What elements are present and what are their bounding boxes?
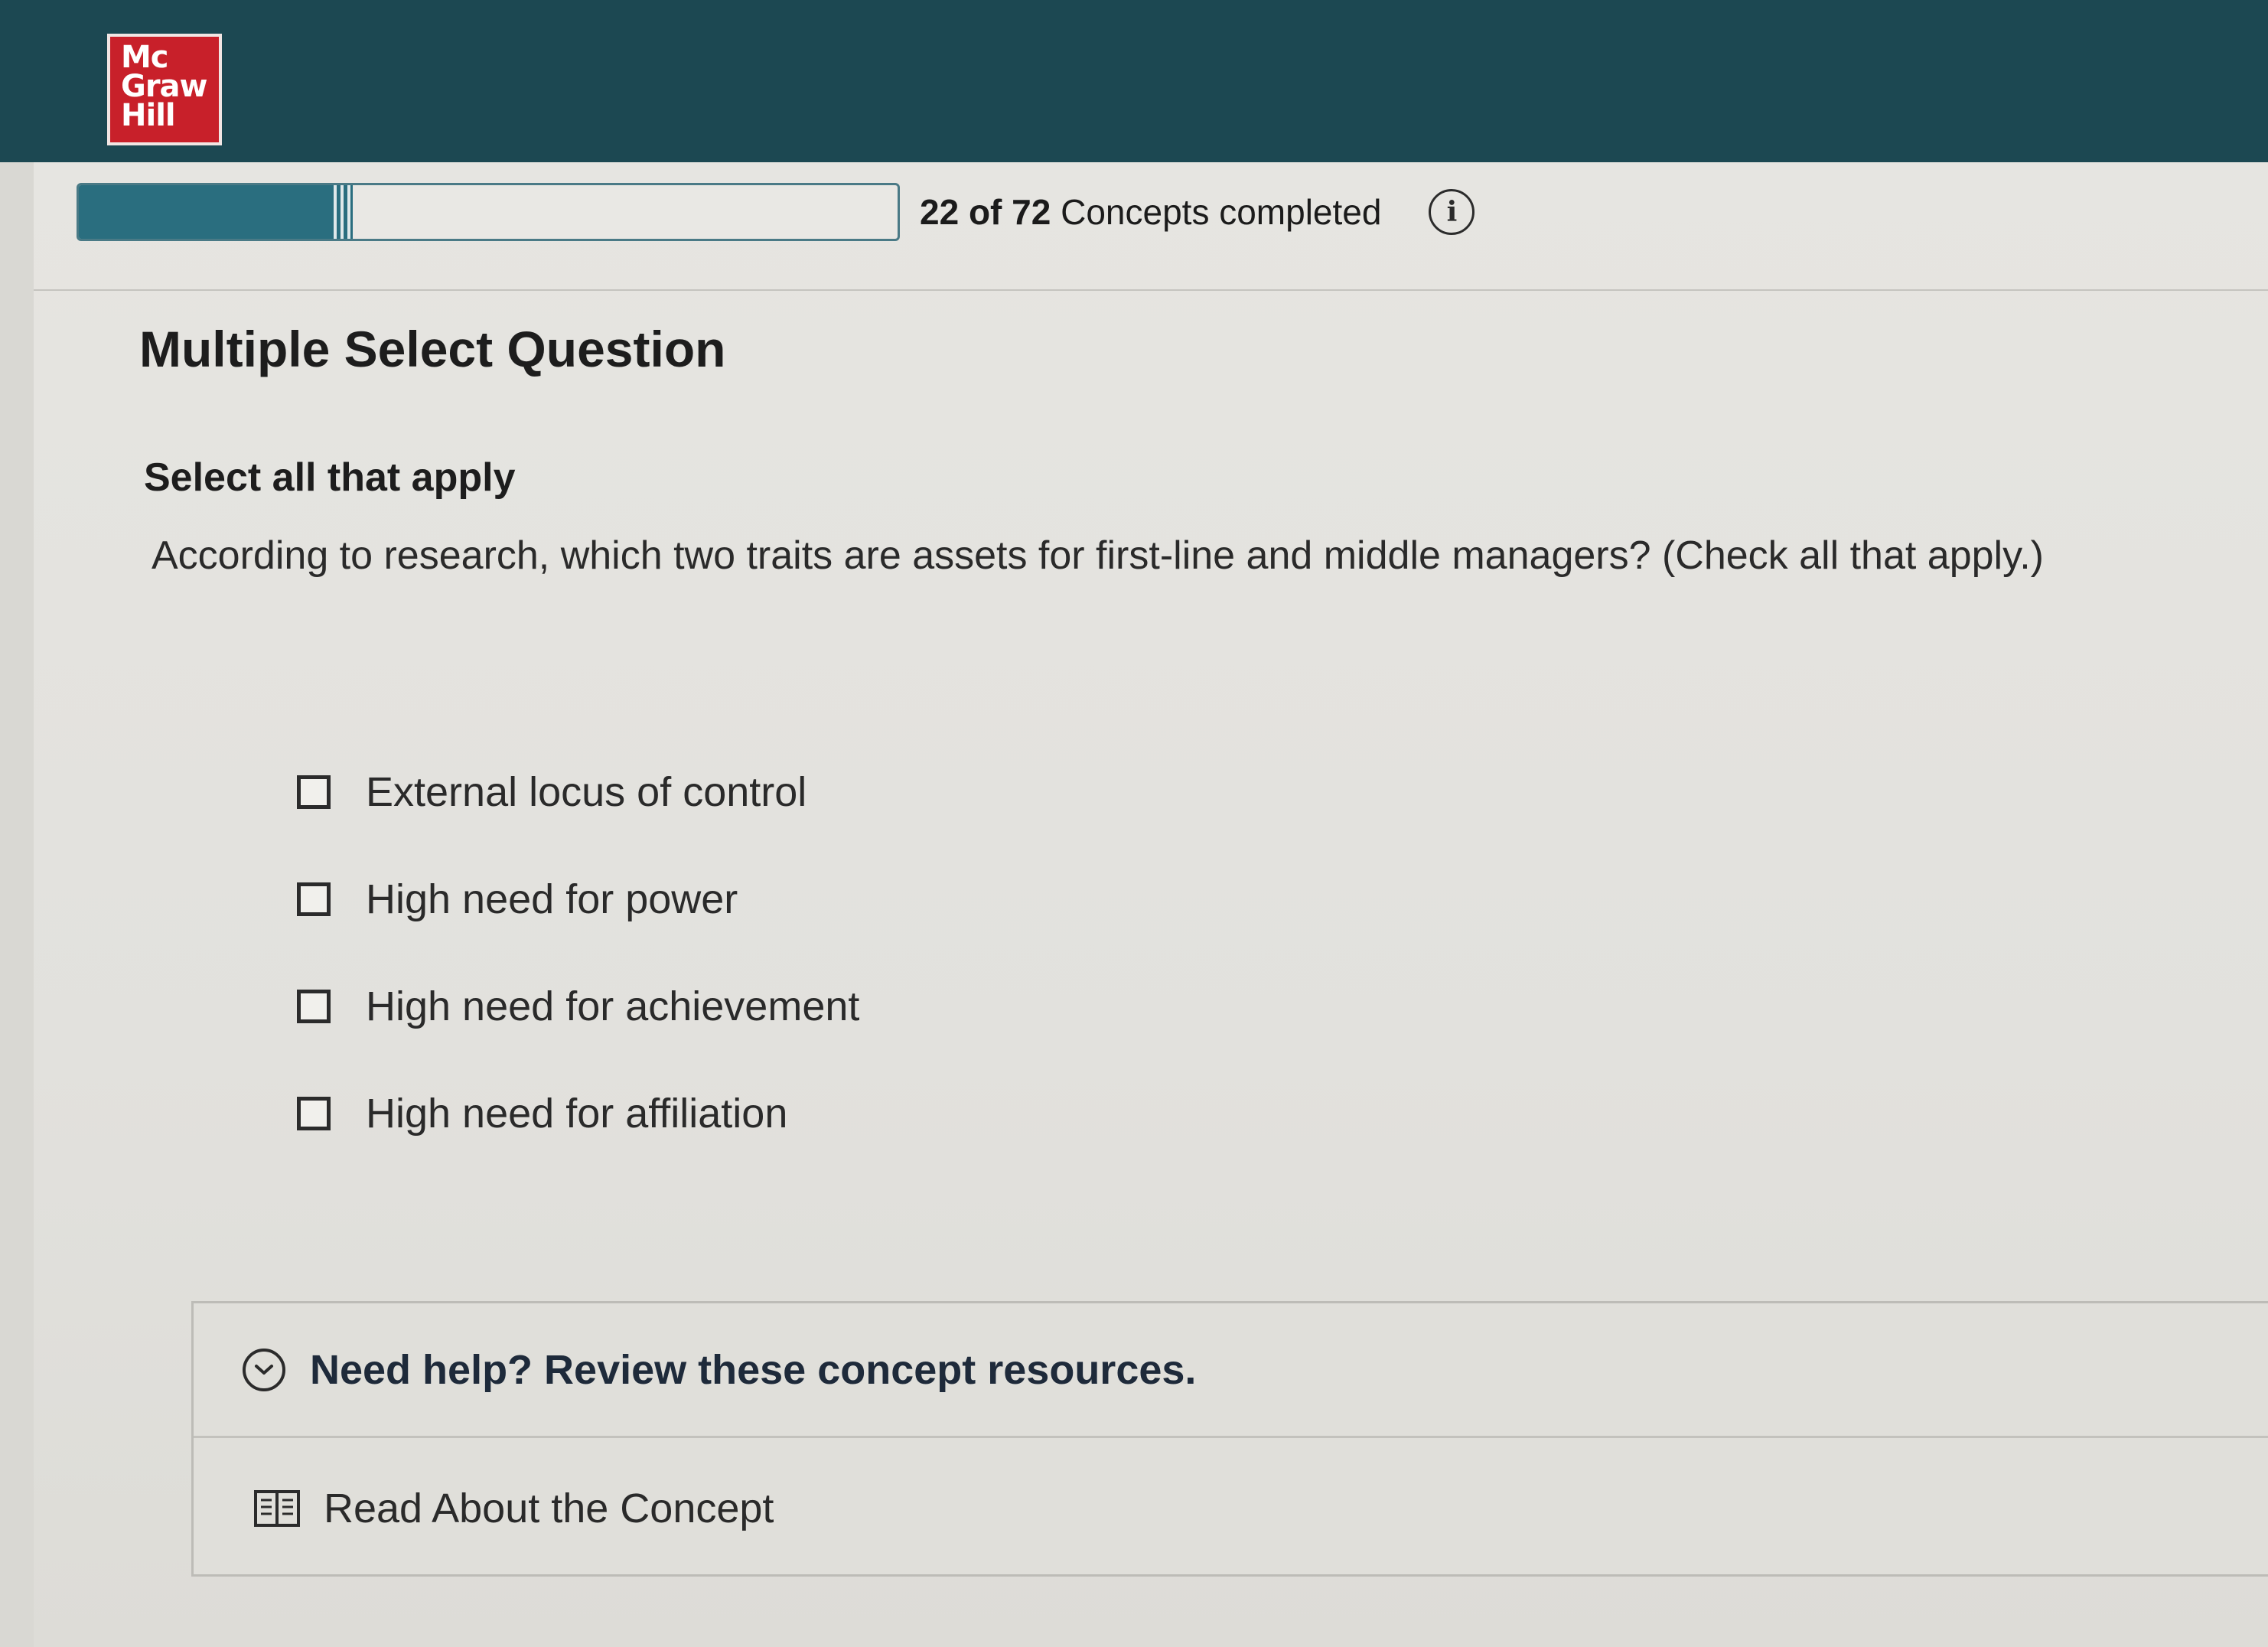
option-label[interactable]: High need for power — [366, 876, 738, 923]
info-icon[interactable]: i — [1429, 189, 1475, 235]
option-label[interactable]: High need for affiliation — [366, 1090, 787, 1137]
option-need-for-power[interactable]: High need for power — [297, 872, 859, 926]
resource-read-about-concept[interactable]: Read About the Concept — [194, 1438, 2268, 1579]
resource-label[interactable]: Read About the Concept — [324, 1485, 774, 1532]
question-type-title: Multiple Select Question — [139, 321, 726, 377]
option-external-locus[interactable]: External locus of control — [297, 765, 859, 819]
progress-bar — [77, 183, 900, 241]
option-label[interactable]: External locus of control — [366, 768, 807, 816]
logo-line-3: Hill — [121, 98, 176, 133]
help-panel: Need help? Review these concept resource… — [191, 1301, 2268, 1577]
help-title[interactable]: Need help? Review these concept resource… — [310, 1346, 1196, 1394]
progress-of: of — [968, 192, 1002, 232]
answer-options: External locus of control High need for … — [297, 765, 859, 1194]
logo-line-1: Mc — [121, 40, 169, 75]
question-prompt: According to research, which two traits … — [152, 533, 2044, 578]
option-label[interactable]: High need for achievement — [366, 983, 859, 1030]
book-icon — [254, 1490, 300, 1527]
chevron-down-icon[interactable] — [243, 1348, 285, 1391]
progress-suffix: Concepts completed — [1061, 192, 1382, 232]
header-divider — [34, 289, 2268, 291]
checkbox[interactable] — [297, 775, 331, 809]
top-bar: Mc Graw Hill — [0, 0, 2268, 162]
logo-line-2: Graw — [121, 69, 208, 104]
progress-row: 22 of 72 Concepts completed i — [77, 178, 1475, 246]
question-instruction: Select all that apply — [144, 455, 516, 500]
option-need-for-affiliation[interactable]: High need for affiliation — [297, 1087, 859, 1140]
progress-marker — [330, 185, 353, 239]
progress-status: 22 of 72 Concepts completed — [920, 191, 1381, 233]
checkbox[interactable] — [297, 882, 331, 916]
option-need-for-achievement[interactable]: High need for achievement — [297, 980, 859, 1033]
mcgraw-hill-logo: Mc Graw Hill — [107, 34, 222, 145]
progress-total: 72 — [1012, 192, 1051, 232]
checkbox[interactable] — [297, 1097, 331, 1130]
checkbox[interactable] — [297, 990, 331, 1023]
help-toggle[interactable]: Need help? Review these concept resource… — [194, 1303, 2268, 1438]
progress-completed: 22 — [920, 192, 960, 232]
progress-fill — [79, 185, 333, 239]
